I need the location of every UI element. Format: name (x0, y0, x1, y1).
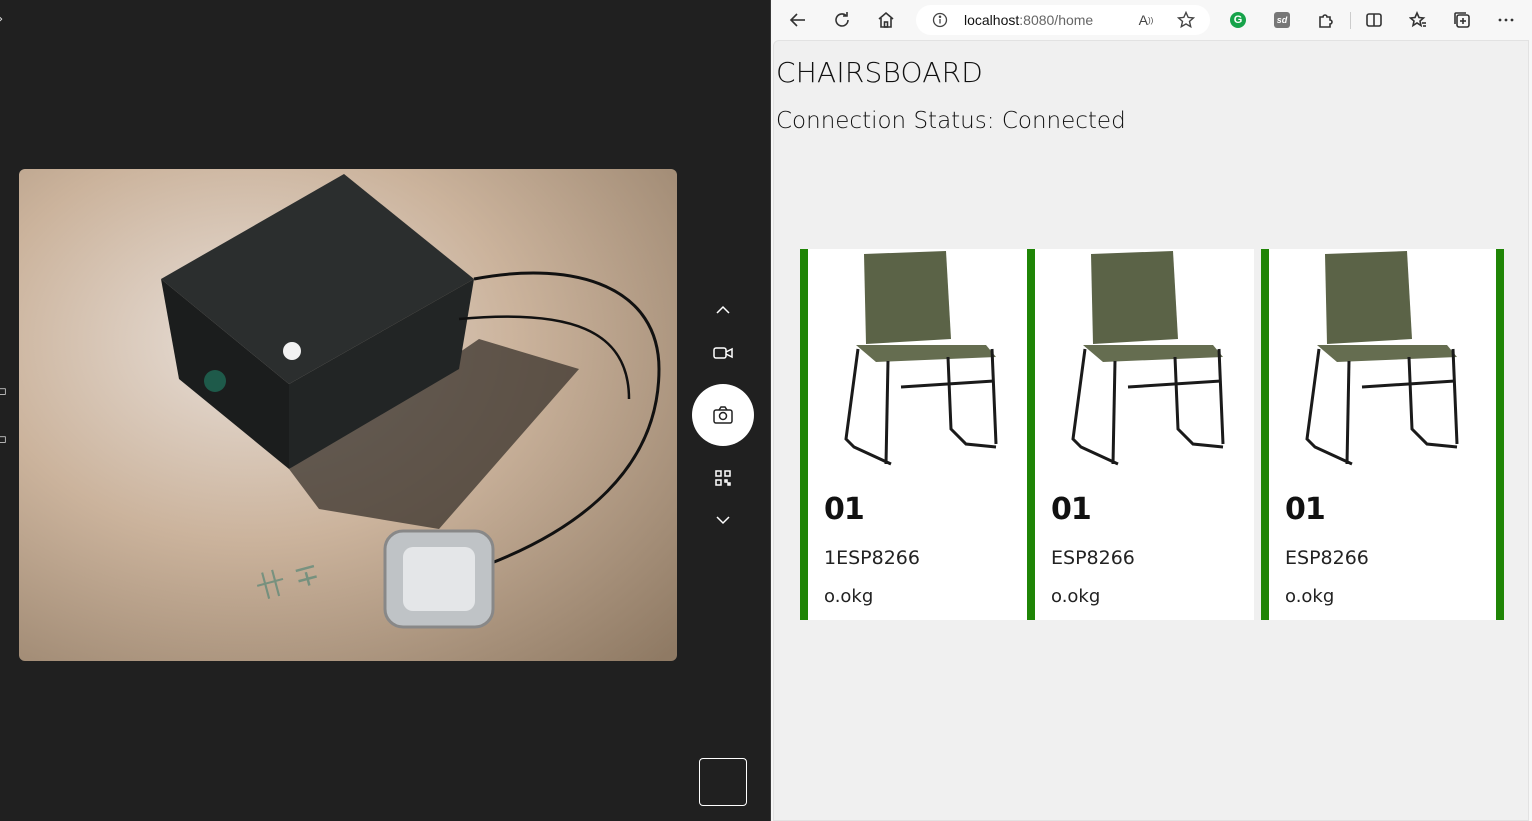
favorite-star-icon[interactable] (1176, 10, 1196, 30)
address-bar[interactable]: localhost:8080/home A)) (916, 5, 1210, 35)
card-device: 1ESP8266 (824, 547, 920, 569)
edge-icon: ▫ (0, 384, 7, 399)
chair-image (1305, 251, 1459, 466)
card-number: 01 (1285, 492, 1326, 527)
split-screen-icon[interactable] (1362, 8, 1386, 32)
extensions-icon[interactable] (1314, 8, 1338, 32)
connection-status: Connection Status: Connected (776, 108, 1126, 134)
chair-card[interactable]: 01 ESP8266 o.okg (1261, 249, 1504, 620)
capture-photo-button[interactable] (692, 384, 754, 446)
sd-extension-icon[interactable]: sd (1270, 8, 1294, 32)
read-aloud-icon[interactable]: A)) (1136, 10, 1156, 30)
home-icon[interactable] (874, 8, 898, 32)
web-page: CHAIRSBOARD Connection Status: Connected (773, 40, 1529, 821)
card-device: ESP8266 (1051, 547, 1135, 569)
chair-image (1071, 251, 1225, 466)
camera-icon (713, 406, 733, 424)
favorites-icon[interactable] (1406, 8, 1430, 32)
gallery-thumbnail[interactable] (699, 758, 747, 806)
toolbar-divider (1350, 12, 1351, 29)
collections-icon[interactable] (1450, 8, 1474, 32)
chevron-up-icon[interactable] (711, 298, 735, 322)
status-value: Connected (1001, 108, 1126, 134)
chair-image (844, 251, 998, 466)
more-icon[interactable] (1494, 8, 1518, 32)
chair-card-list: 01 1ESP8266 o.okg 01 ESP8266 o.okg 01 ES… (800, 249, 1504, 620)
card-weight: o.okg (1051, 586, 1101, 607)
camera-app: › ▫ ▫ (0, 0, 770, 821)
card-number: 01 (1051, 492, 1092, 527)
refresh-icon[interactable] (830, 8, 854, 32)
browser-window: localhost:8080/home A)) G sd CHAIRSBOARD… (770, 0, 1532, 821)
grammarly-icon[interactable]: G (1226, 8, 1250, 32)
browser-toolbar: localhost:8080/home A)) G sd (771, 0, 1532, 40)
camera-viewfinder: 卄 ∓ (19, 169, 677, 661)
edge-icon: ▫ (0, 432, 7, 447)
status-label: Connection Status: (776, 108, 995, 134)
page-title: CHAIRSBOARD (776, 56, 984, 89)
card-weight: o.okg (824, 586, 874, 607)
url-path: :8080/home (1019, 12, 1094, 28)
chair-card[interactable]: 01 ESP8266 o.okg (1027, 249, 1254, 620)
screen: › ▫ ▫ (0, 0, 1532, 821)
video-icon[interactable] (711, 341, 735, 365)
chair-card[interactable]: 01 1ESP8266 o.okg (800, 249, 1027, 620)
chevron-down-icon[interactable] (711, 508, 735, 532)
url-host: localhost (964, 12, 1020, 28)
back-icon[interactable] (786, 8, 810, 32)
qr-code-icon[interactable] (711, 466, 735, 490)
card-weight: o.okg (1285, 586, 1335, 607)
info-icon[interactable] (932, 12, 948, 32)
url-text[interactable]: localhost:8080/home (964, 12, 1093, 28)
card-device: ESP8266 (1285, 547, 1369, 569)
camera-preview-image: 卄 ∓ (19, 169, 677, 661)
edge-icon: › (0, 12, 3, 27)
card-number: 01 (824, 492, 865, 527)
